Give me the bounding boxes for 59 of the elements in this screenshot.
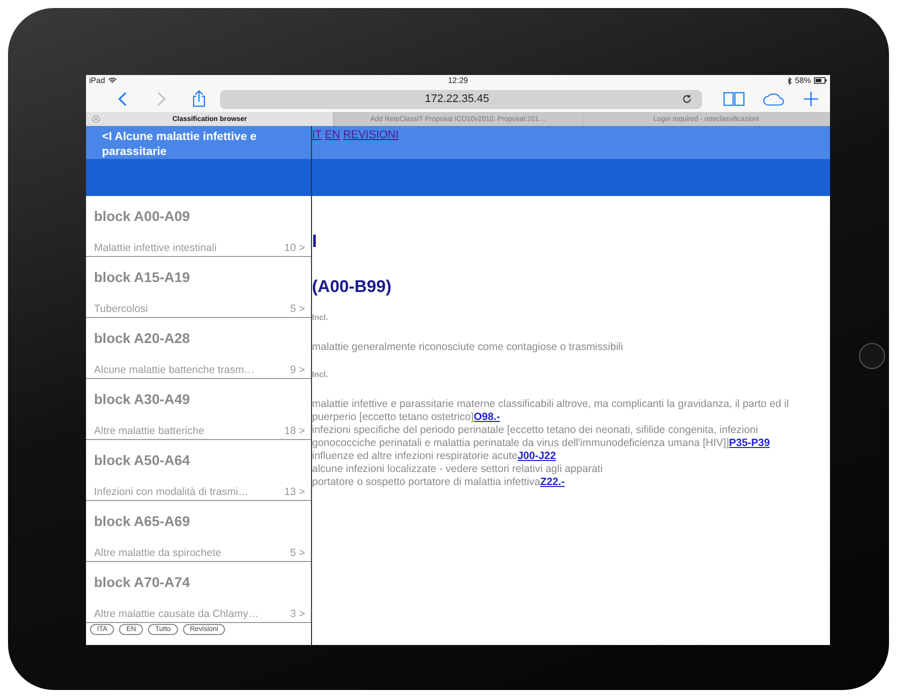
battery-icon (814, 77, 827, 84)
bluetooth-icon (786, 76, 792, 84)
code-link[interactable]: Z22.- (540, 476, 565, 488)
list-item[interactable]: block A00-A09 Malattie infettive intestinali 10 > (86, 196, 311, 257)
list-item[interactable]: block A15-A19 Tubercolosi 5 > (86, 257, 311, 318)
section-label: Incl. (312, 370, 330, 379)
item-title: block A65-A69 (94, 513, 191, 529)
nav-link[interactable]: IT (312, 129, 322, 141)
item-count: 13 > (284, 486, 305, 498)
nav-link[interactable]: EN (324, 129, 340, 141)
item-count: 9 > (290, 364, 305, 376)
clock: 12:29 (448, 76, 468, 85)
code-link[interactable]: J00-J22 (517, 450, 556, 462)
code-link[interactable]: P35-P39 (728, 437, 770, 449)
item-count: 18 > (284, 425, 305, 437)
home-button[interactable] (859, 343, 885, 369)
list-item[interactable]: block A70-A74 Altre malattie causate da Chlamy… 3 > (86, 562, 311, 623)
item-description: Alcune malattie batteriche trasm… (94, 364, 254, 376)
note-text: malattie generalmente riconosciute come contagiose o trasmissibili (312, 341, 624, 354)
address-field[interactable]: 172.22.35.45 (220, 90, 702, 108)
item-count: 5 > (290, 547, 305, 559)
item-description: Altre malattie batteriche (94, 425, 204, 437)
book-icon[interactable] (722, 90, 746, 108)
note-text: infezioni specifiche del periodo perinatale [eccetto tetano dei neonati, sifilide congenita, infezioni gonococciche perinatali e malattia perinatale da virus dell'immunodeficienza umana [HIV]]P35-P39 (312, 424, 771, 450)
list-item[interactable]: block A20-A28 Alcune malattie batteriche trasm… 9 > (86, 318, 311, 379)
note-text: influenze ed altre infezioni respiratorie acuteJ00-J22 (312, 450, 557, 463)
close-icon[interactable] (92, 115, 100, 123)
reload-icon[interactable] (682, 94, 692, 104)
battery-percent: 58% (794, 76, 811, 85)
nav-link[interactable]: REVISIONI (343, 129, 399, 141)
item-description: Altre malattie causate da Chlamy… (94, 608, 259, 620)
share-icon[interactable] (190, 90, 208, 108)
item-title: block A50-A64 (94, 452, 191, 468)
list-item[interactable]: block A50-A64 Infezioni con modalità di trasmi… 13 > (86, 440, 311, 501)
device-name: iPad (89, 76, 106, 85)
item-title: block A20-A28 (94, 330, 191, 346)
item-title: block A30-A49 (94, 391, 191, 407)
item-description: Infezioni con modalità di trasmi… (94, 486, 249, 498)
section-label: Incl. (312, 313, 330, 322)
item-title: block A15-A19 (94, 269, 191, 285)
note-text: malattie infettive e parassitarie materne classificabili altrove, ma complicanti la gravidanza, il parto ed il puerperio [eccetto tetano ostetrico]O98.- (312, 398, 790, 424)
wifi-icon (108, 77, 118, 84)
item-count: 5 > (290, 303, 305, 315)
back-link[interactable]: <I Alcune malattie infettive e parassitarie (102, 130, 303, 160)
item-count: 3 > (290, 608, 305, 620)
item-count: 10 > (284, 242, 305, 254)
list-item[interactable]: block A65-A69 Altre malattie da spirochete 5 > (86, 501, 311, 562)
note-text: portatore o sospetto portatore di malattia infettivaZ22.- (312, 476, 566, 489)
note-text: alcune infezioni localizzate - vedere settori relativi agli apparati (312, 463, 604, 476)
list-item[interactable]: block A30-A49 Altre malattie batteriche 18 > (86, 379, 311, 440)
item-title: block A70-A74 (94, 574, 191, 590)
item-description: Tubercolosi (94, 303, 148, 315)
item-description: Altre malattie da spirochete (94, 547, 222, 559)
item-description: Malattie infettive intestinali (94, 242, 217, 254)
plus-icon[interactable] (802, 90, 820, 108)
code-link[interactable]: O98.- (474, 411, 500, 423)
item-title: block A00-A09 (94, 208, 191, 224)
chapter-heading: I (312, 231, 318, 252)
code-range: (A00-B99) (312, 277, 392, 297)
